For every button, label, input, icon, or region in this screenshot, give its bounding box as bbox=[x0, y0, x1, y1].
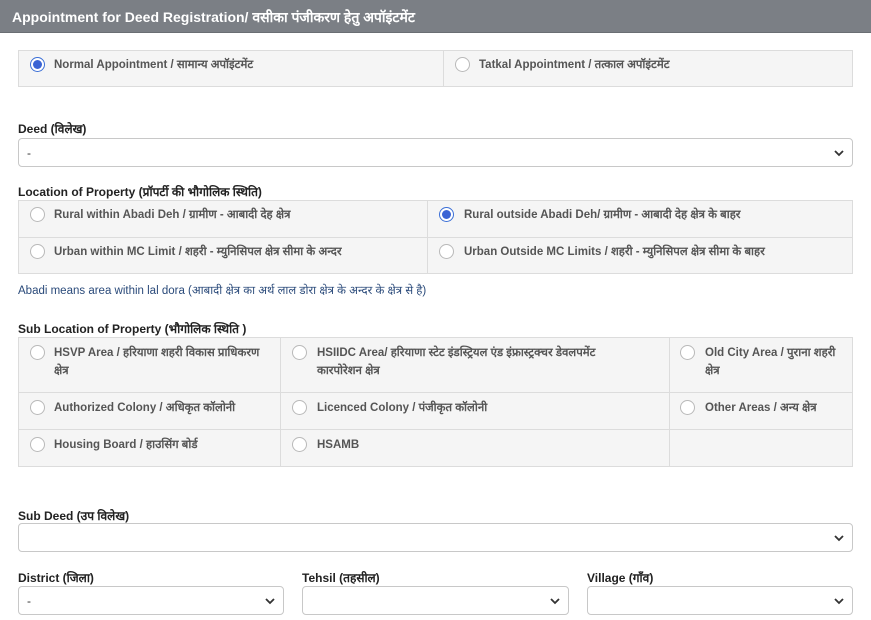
authorized-colony-radio[interactable] bbox=[30, 400, 45, 415]
district-value: - bbox=[27, 594, 31, 608]
location-group: Rural within Abadi Deh / ग्रामीण - आबादी… bbox=[18, 200, 853, 274]
licenced-colony-radio[interactable] bbox=[292, 400, 307, 415]
hsvp-area-label[interactable]: HSVP Area / हरियाणा शहरी विकास प्राधिकरण… bbox=[54, 344, 259, 380]
location-label: Location of Property (प्रॉपर्टी की भौगोल… bbox=[18, 185, 262, 199]
hsiidc-area-label[interactable]: HSIIDC Area/ हरियाणा स्टेट इंडस्ट्रियल ए… bbox=[317, 344, 595, 380]
old-city-area-label[interactable]: Old City Area / पुराना शहरी क्षेत्र bbox=[705, 344, 835, 380]
village-select[interactable] bbox=[587, 586, 853, 615]
district-label: District (जिला) bbox=[18, 571, 94, 585]
authorized-colony-label[interactable]: Authorized Colony / अधिकृत कॉलोनी bbox=[54, 399, 235, 417]
sub-deed-label: Sub Deed (उप विलेख) bbox=[18, 509, 130, 523]
urban-outside-mc-radio[interactable] bbox=[439, 244, 454, 259]
page-title: Appointment for Deed Registration/ वसीका… bbox=[12, 9, 415, 25]
district-select[interactable]: - bbox=[18, 586, 284, 615]
old-city-area-radio[interactable] bbox=[680, 345, 695, 360]
village-label: Village (गाँव) bbox=[587, 571, 654, 585]
urban-within-mc-radio[interactable] bbox=[30, 244, 45, 259]
rural-outside-abadi-radio[interactable] bbox=[439, 207, 454, 222]
tehsil-label: Tehsil (तहसील) bbox=[302, 571, 380, 585]
tehsil-select[interactable] bbox=[302, 586, 569, 615]
other-areas-radio[interactable] bbox=[680, 400, 695, 415]
chevron-down-icon bbox=[834, 150, 844, 157]
sub-location-label: Sub Location of Property (भौगोलिक स्थिति… bbox=[18, 322, 247, 336]
normal-appointment-label[interactable]: Normal Appointment / सामान्य अपॉइंटमेंट bbox=[54, 56, 253, 74]
sub-deed-select[interactable] bbox=[18, 523, 853, 552]
licenced-colony-label[interactable]: Licenced Colony / पंजीकृत कॉलोनी bbox=[317, 399, 487, 417]
rural-outside-abadi-label[interactable]: Rural outside Abadi Deh/ ग्रामीण - आबादी… bbox=[464, 206, 741, 224]
hsvp-area-radio[interactable] bbox=[30, 345, 45, 360]
chevron-down-icon bbox=[834, 598, 844, 605]
tatkal-appointment-label[interactable]: Tatkal Appointment / तत्काल अपॉइंटमेंट bbox=[479, 56, 670, 74]
hsamb-label[interactable]: HSAMB bbox=[317, 436, 359, 454]
deed-value: - bbox=[27, 146, 31, 160]
housing-board-label[interactable]: Housing Board / हाउसिंग बोर्ड bbox=[54, 436, 198, 454]
hsamb-radio[interactable] bbox=[292, 437, 307, 452]
rural-within-abadi-label[interactable]: Rural within Abadi Deh / ग्रामीण - आबादी… bbox=[54, 206, 290, 224]
appointment-type-group: Normal Appointment / सामान्य अपॉइंटमेंट … bbox=[18, 50, 853, 87]
chevron-down-icon bbox=[834, 535, 844, 542]
urban-within-mc-label[interactable]: Urban within MC Limit / शहरी - म्युनिसिप… bbox=[54, 243, 342, 261]
page-header: Appointment for Deed Registration/ वसीका… bbox=[0, 0, 871, 33]
housing-board-radio[interactable] bbox=[30, 437, 45, 452]
deed-label: Deed (विलेख) bbox=[18, 122, 87, 136]
chevron-down-icon bbox=[265, 598, 275, 605]
rural-within-abadi-radio[interactable] bbox=[30, 207, 45, 222]
urban-outside-mc-label[interactable]: Urban Outside MC Limits / शहरी - म्युनिस… bbox=[464, 243, 765, 261]
abadi-note: Abadi means area within lal dora (आबादी … bbox=[18, 285, 427, 297]
normal-appointment-radio[interactable] bbox=[30, 57, 45, 72]
other-areas-label[interactable]: Other Areas / अन्य क्षेत्र bbox=[705, 399, 817, 417]
tatkal-appointment-radio[interactable] bbox=[455, 57, 470, 72]
sub-location-group: HSVP Area / हरियाणा शहरी विकास प्राधिकरण… bbox=[18, 337, 853, 467]
deed-select[interactable]: - bbox=[18, 138, 853, 167]
chevron-down-icon bbox=[550, 598, 560, 605]
hsiidc-area-radio[interactable] bbox=[292, 345, 307, 360]
